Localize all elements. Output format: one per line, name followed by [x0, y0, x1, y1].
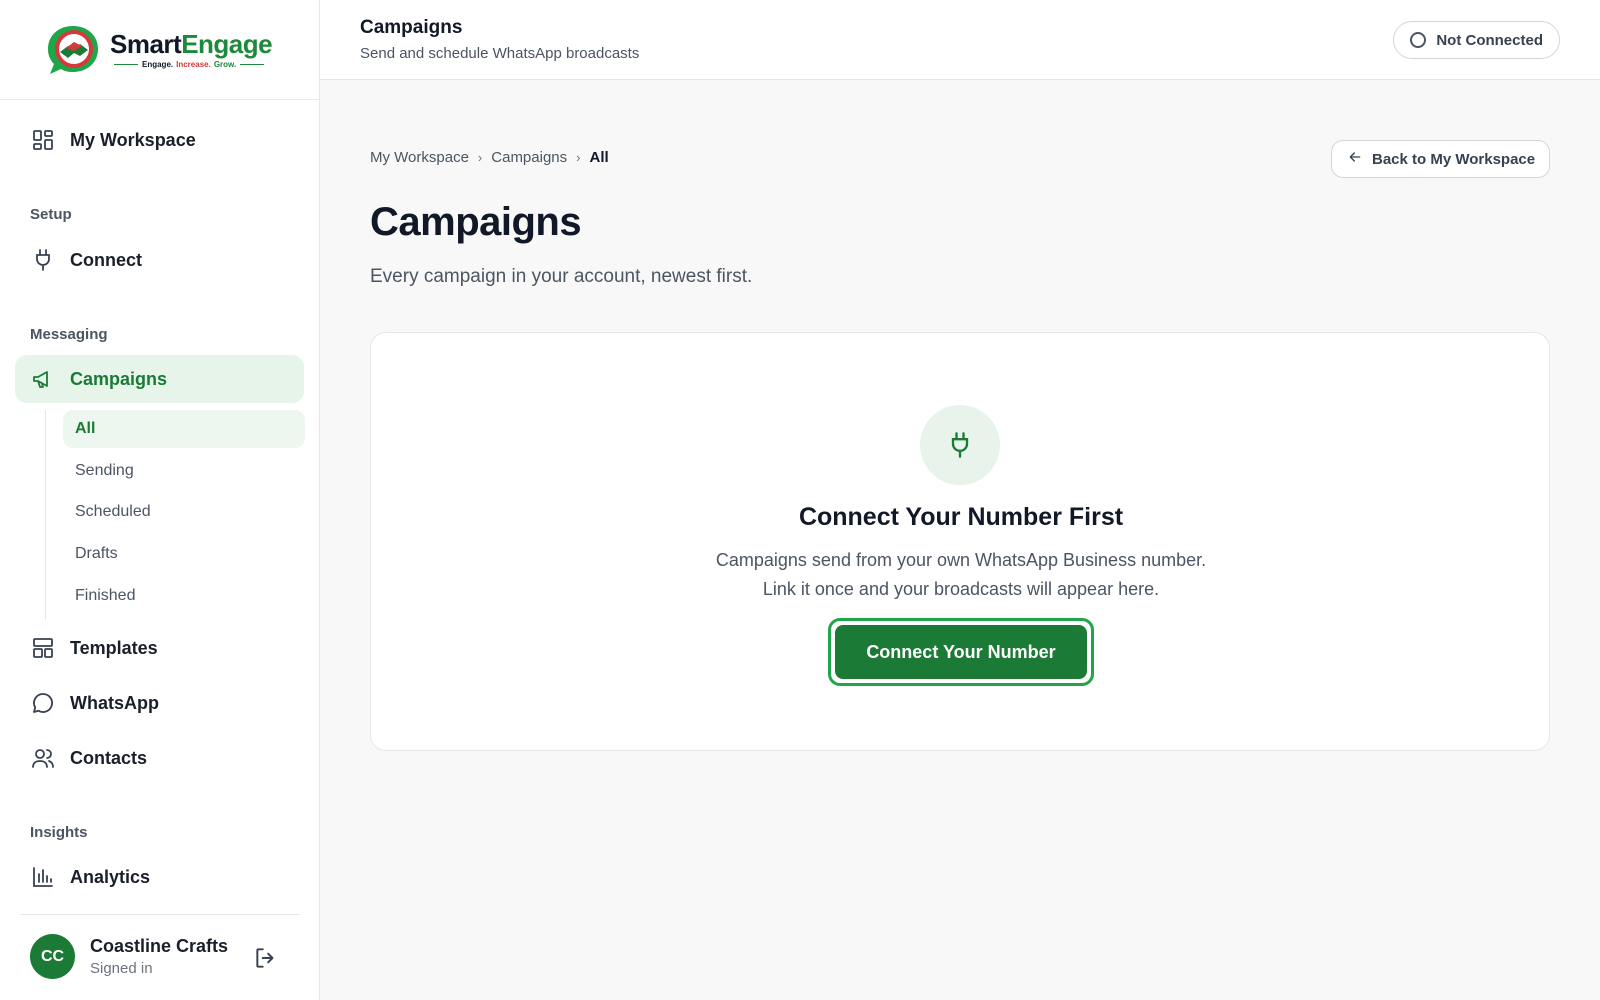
sidebar-divider [20, 914, 300, 915]
sidebar-item-label: My Workspace [70, 129, 196, 150]
breadcrumb-my-workspace[interactable]: My Workspace [370, 149, 469, 166]
top-header: Campaigns Send and schedule WhatsApp bro… [320, 0, 1600, 80]
empty-state-card: Connect Your Number First Campaigns send… [370, 332, 1550, 751]
sidebar-item-analytics[interactable]: Analytics [15, 853, 304, 901]
chevron-right-icon: › [477, 150, 483, 165]
header-subtitle: Send and schedule WhatsApp broadcasts [360, 45, 640, 62]
bar-chart-icon [30, 864, 56, 890]
page-subtitle: Every campaign in your account, newest f… [370, 266, 753, 287]
sidebar-item-label: Templates [70, 637, 158, 658]
logout-icon[interactable] [253, 945, 279, 971]
subnav-item-finished[interactable]: Finished [63, 577, 305, 615]
connection-status-label: Not Connected [1436, 31, 1543, 49]
chat-bubble-icon [30, 690, 56, 716]
empty-state-line-1: Campaigns send from your own WhatsApp Bu… [715, 550, 1207, 570]
dashboard-icon [30, 127, 56, 153]
empty-state-line-2: Link it once and your broadcasts will ap… [762, 579, 1160, 599]
sidebar-item-campaigns[interactable]: Campaigns [15, 355, 304, 403]
sidebar-item-contacts[interactable]: Contacts [15, 734, 304, 782]
chevron-right-icon: › [576, 150, 581, 165]
status-circle-icon [1410, 32, 1427, 48]
breadcrumb: My Workspace › Campaigns › All [370, 149, 609, 166]
focus-ring: Connect Your Number [828, 618, 1094, 686]
subnav-item-drafts[interactable]: Drafts [63, 535, 305, 573]
arrow-left-icon [1347, 149, 1363, 169]
sidebar-item-label: WhatsApp [70, 692, 159, 713]
brand-tagline-1: Engage. [142, 60, 174, 69]
sidebar-item-label: Connect [70, 249, 142, 270]
back-button-label: Back to My Workspace [1372, 150, 1536, 168]
connection-status-badge[interactable]: Not Connected [1393, 21, 1560, 59]
sidebar-item-whatsapp[interactable]: WhatsApp [15, 679, 304, 727]
plug-icon [920, 405, 1000, 485]
avatar: CC [30, 934, 75, 979]
section-label-insights: Insights [30, 824, 88, 841]
template-icon [30, 635, 56, 661]
users-icon [30, 745, 56, 771]
header-title: Campaigns [360, 17, 463, 38]
plug-icon [30, 247, 56, 273]
subnav-item-all[interactable]: All [63, 410, 305, 448]
brand-tagline-2: Increase. [176, 60, 211, 69]
campaigns-subnav: All Sending Scheduled Drafts Finished [45, 410, 305, 620]
sidebar-item-my-workspace[interactable]: My Workspace [15, 116, 304, 164]
brand-logo[interactable]: SmartEngage Engage. Increase. Grow. [0, 0, 319, 100]
sidebar-item-label: Contacts [70, 747, 148, 768]
breadcrumb-current: All [589, 149, 609, 166]
back-to-workspace-button[interactable]: Back to My Workspace [1331, 140, 1550, 178]
empty-state-title: Connect Your Number First [798, 503, 1124, 531]
sidebar-item-label: Analytics [70, 866, 151, 887]
section-label-messaging: Messaging [30, 326, 108, 343]
user-name: Coastline Crafts [90, 936, 229, 956]
brand-name-part1: Smart [110, 29, 182, 59]
brand-name-part2: Engage [181, 29, 273, 59]
breadcrumb-campaigns[interactable]: Campaigns [491, 149, 567, 166]
handshake-logo-icon [48, 25, 98, 74]
sidebar-item-templates[interactable]: Templates [15, 624, 304, 672]
subnav-item-scheduled[interactable]: Scheduled [63, 493, 305, 531]
sidebar: SmartEngage Engage. Increase. Grow. My W… [0, 0, 320, 1000]
section-label-setup: Setup [30, 206, 72, 223]
connect-number-button[interactable]: Connect Your Number [835, 625, 1087, 679]
user-profile[interactable]: CC Coastline Crafts Signed in [30, 934, 228, 979]
sidebar-item-label: Campaigns [70, 368, 168, 389]
subnav-item-sending[interactable]: Sending [63, 452, 305, 490]
user-status: Signed in [90, 960, 153, 977]
page-title: Campaigns [370, 200, 582, 244]
sidebar-item-connect[interactable]: Connect [15, 236, 304, 284]
brand-tagline-3: Grow. [213, 60, 237, 69]
megaphone-icon [30, 366, 56, 392]
